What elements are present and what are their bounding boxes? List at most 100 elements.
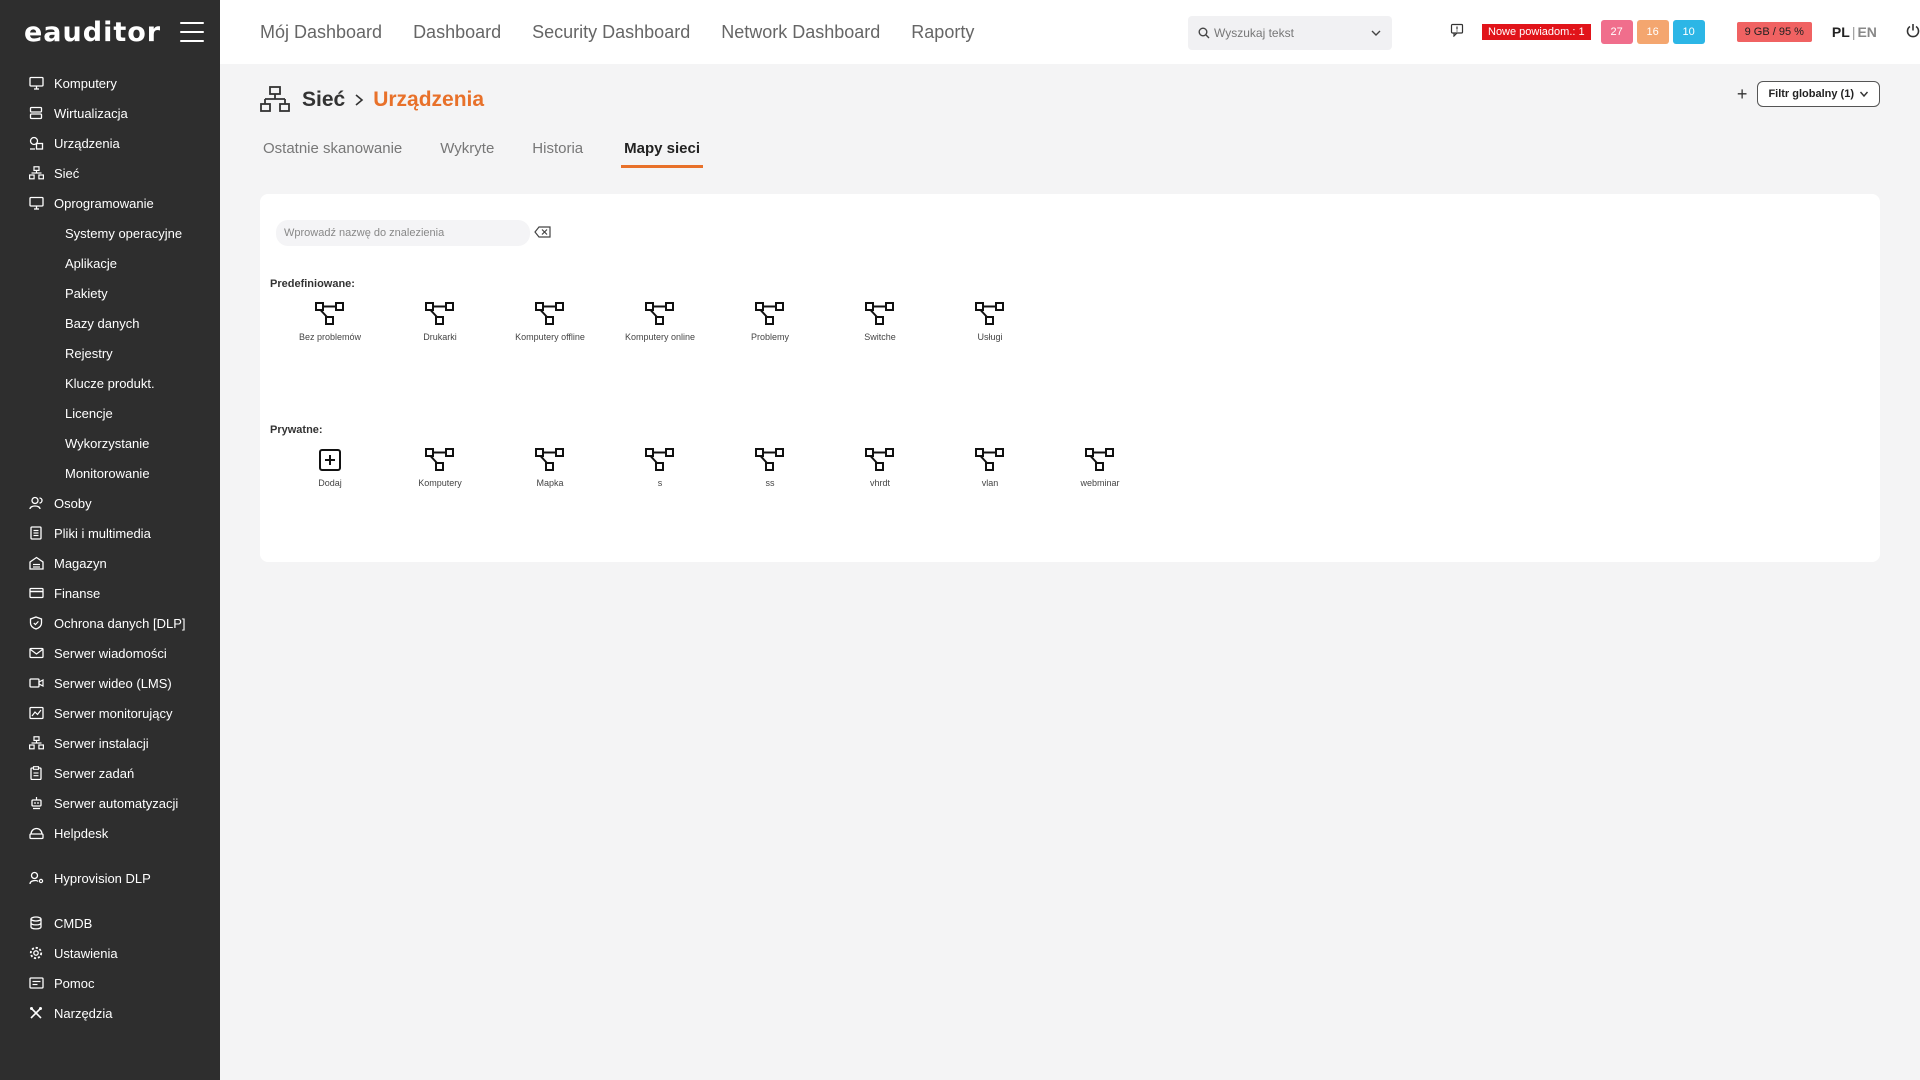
sidebar-item-urzadzenia[interactable]: Urządzenia: [0, 128, 220, 158]
sidebar-item-magazyn[interactable]: Magazyn: [0, 548, 220, 578]
map-item-komputery[interactable]: Komputery: [385, 446, 495, 488]
map-item-bez-problemow[interactable]: Bez problemów: [275, 300, 385, 342]
sidebar-item-aplikacje[interactable]: Aplikacje: [0, 248, 220, 278]
map-item-label: Switche: [864, 332, 896, 342]
network-map-icon: [863, 300, 897, 328]
sidebar-item-pomoc[interactable]: Pomoc: [0, 968, 220, 998]
map-item-uslugi[interactable]: Usługi: [935, 300, 1045, 342]
sidebar-item-label: Serwer zadań: [54, 765, 135, 781]
sidebar-item-bazy-danych[interactable]: Bazy danych: [0, 308, 220, 338]
map-item-vlan[interactable]: vlan: [935, 446, 1045, 488]
network-map-icon: [753, 300, 787, 328]
message-icon[interactable]: [1450, 23, 1468, 41]
sidebar-item-label: Wykorzystanie: [65, 435, 150, 451]
sidebar-item-label: Ustawienia: [54, 945, 118, 961]
map-item-drukarki[interactable]: Drukarki: [385, 300, 495, 342]
topnav-raporty[interactable]: Raporty: [911, 22, 974, 43]
lang-pl[interactable]: PL: [1832, 24, 1850, 40]
sidebar-item-licencje[interactable]: Licencje: [0, 398, 220, 428]
map-item-vhrdt[interactable]: vhrdt: [825, 446, 935, 488]
page-title: Urządzenia: [373, 88, 485, 111]
filter-area: + Filtr globalny (1): [1737, 81, 1880, 107]
power-icon[interactable]: [1905, 23, 1920, 41]
tab-mapy-sieci[interactable]: Mapy sieci: [621, 140, 704, 168]
topnav-dashboard[interactable]: Dashboard: [413, 22, 501, 43]
storage-badge[interactable]: 9 GB / 95 %: [1736, 22, 1812, 42]
network-map-icon: [423, 446, 457, 474]
chevron-down-icon[interactable]: [1370, 27, 1382, 39]
network-map-icon: [643, 300, 677, 328]
map-item-switche[interactable]: Switche: [825, 300, 935, 342]
map-search-input[interactable]: [276, 220, 530, 246]
clipboard-icon: [28, 765, 44, 781]
sidebar-item-pakiety[interactable]: Pakiety: [0, 278, 220, 308]
hamburger-icon: [180, 22, 204, 24]
topnav-moj-dashboard[interactable]: Mój Dashboard: [260, 22, 382, 43]
sidebar-item-wirtualizacja[interactable]: Wirtualizacja: [0, 98, 220, 128]
sidebar-item-komputery[interactable]: Komputery: [0, 68, 220, 98]
lang-en[interactable]: EN: [1857, 24, 1876, 40]
logo[interactable]: eauditor: [24, 17, 161, 48]
sidebar-item-klucze-produkt[interactable]: Klucze produkt.: [0, 368, 220, 398]
sidebar-item-ustawienia[interactable]: Ustawienia: [0, 938, 220, 968]
network-icon: [28, 165, 44, 181]
sidebar-item-rejestry[interactable]: Rejestry: [0, 338, 220, 368]
sidebar-item-osoby[interactable]: Osoby: [0, 488, 220, 518]
map-item-mapka[interactable]: Mapka: [495, 446, 605, 488]
breadcrumb: Sieć Urządzenia: [260, 86, 484, 114]
topnav-security-dashboard[interactable]: Security Dashboard: [532, 22, 690, 43]
map-item-add[interactable]: Dodaj: [275, 446, 385, 488]
sidebar-item-finanse[interactable]: Finanse: [0, 578, 220, 608]
count-badge-pink[interactable]: 27: [1600, 20, 1633, 44]
sidebar-item-serwer-instalacji[interactable]: Serwer instalacji: [0, 728, 220, 758]
count-badge-cyan[interactable]: 10: [1672, 20, 1705, 44]
sidebar-item-wykorzystanie[interactable]: Wykorzystanie: [0, 428, 220, 458]
sidebar-item-serwer-wiadomosci[interactable]: Serwer wiadomości: [0, 638, 220, 668]
sidebar-item-pliki-i-multimedia[interactable]: Pliki i multimedia: [0, 518, 220, 548]
people-icon: [28, 495, 44, 511]
count-badge-orange[interactable]: 16: [1636, 20, 1669, 44]
search-icon: [1198, 27, 1210, 39]
search-placeholder: Wyszukaj tekst: [1214, 26, 1294, 40]
sidebar-item-serwer-zadan[interactable]: Serwer zadań: [0, 758, 220, 788]
helpdesk-icon: [28, 825, 44, 841]
sidebar-item-helpdesk[interactable]: Helpdesk: [0, 818, 220, 848]
sidebar-item-label: Serwer wiadomości: [54, 645, 167, 661]
sidebar-item-serwer-automatyzacji[interactable]: Serwer automatyzacji: [0, 788, 220, 818]
devices-icon: [28, 135, 44, 151]
global-search[interactable]: Wyszukaj tekst: [1188, 16, 1392, 50]
sidebar-item-monitorowanie[interactable]: Monitorowanie: [0, 458, 220, 488]
map-item-komputery-offline[interactable]: Komputery offline: [495, 300, 605, 342]
global-filter-button[interactable]: Filtr globalny (1): [1757, 81, 1880, 107]
sidebar-item-narzedzia[interactable]: Narzędzia: [0, 998, 220, 1028]
map-item-komputery-online[interactable]: Komputery online: [605, 300, 715, 342]
sidebar-item-systemy-operacyjne[interactable]: Systemy operacyjne: [0, 218, 220, 248]
sidebar-item-serwer-monitorujacy[interactable]: Serwer monitorujący: [0, 698, 220, 728]
sidebar-item-siec[interactable]: Sieć: [0, 158, 220, 188]
network-map-icon: [533, 446, 567, 474]
map-item-s[interactable]: s: [605, 446, 715, 488]
sidebar-item-oprogramowanie[interactable]: Oprogramowanie: [0, 188, 220, 218]
file-icon: [28, 525, 44, 541]
map-item-problemy[interactable]: Problemy: [715, 300, 825, 342]
sidebar-item-hyprovision-dlp[interactable]: Hyprovision DLP: [0, 863, 220, 893]
add-filter-button[interactable]: +: [1737, 84, 1748, 105]
notifications-badge[interactable]: Nowe powiadom.: 1: [1482, 24, 1591, 40]
tab-historia[interactable]: Historia: [532, 140, 583, 168]
sidebar-item-serwer-wideo-lms[interactable]: Serwer wideo (LMS): [0, 668, 220, 698]
map-item-ss[interactable]: ss: [715, 446, 825, 488]
menu-toggle-button[interactable]: [180, 22, 204, 42]
tab-ostatnie-skanowanie[interactable]: Ostatnie skanowanie: [263, 140, 402, 168]
sidebar-item-ochrona-danych-dlp[interactable]: Ochrona danych [DLP]: [0, 608, 220, 638]
breadcrumb-parent[interactable]: Sieć: [302, 88, 345, 112]
tab-wykryte[interactable]: Wykryte: [440, 140, 494, 168]
topnav-network-dashboard[interactable]: Network Dashboard: [721, 22, 880, 43]
add-square-icon: [313, 446, 347, 474]
warehouse-icon: [28, 555, 44, 571]
user-key-icon: [28, 870, 44, 886]
map-item-webminar[interactable]: webminar: [1045, 446, 1155, 488]
clear-input-icon[interactable]: [534, 226, 552, 240]
global-filter-label: Filtr globalny (1): [1768, 88, 1854, 100]
sidebar-item-cmdb[interactable]: CMDB: [0, 908, 220, 938]
